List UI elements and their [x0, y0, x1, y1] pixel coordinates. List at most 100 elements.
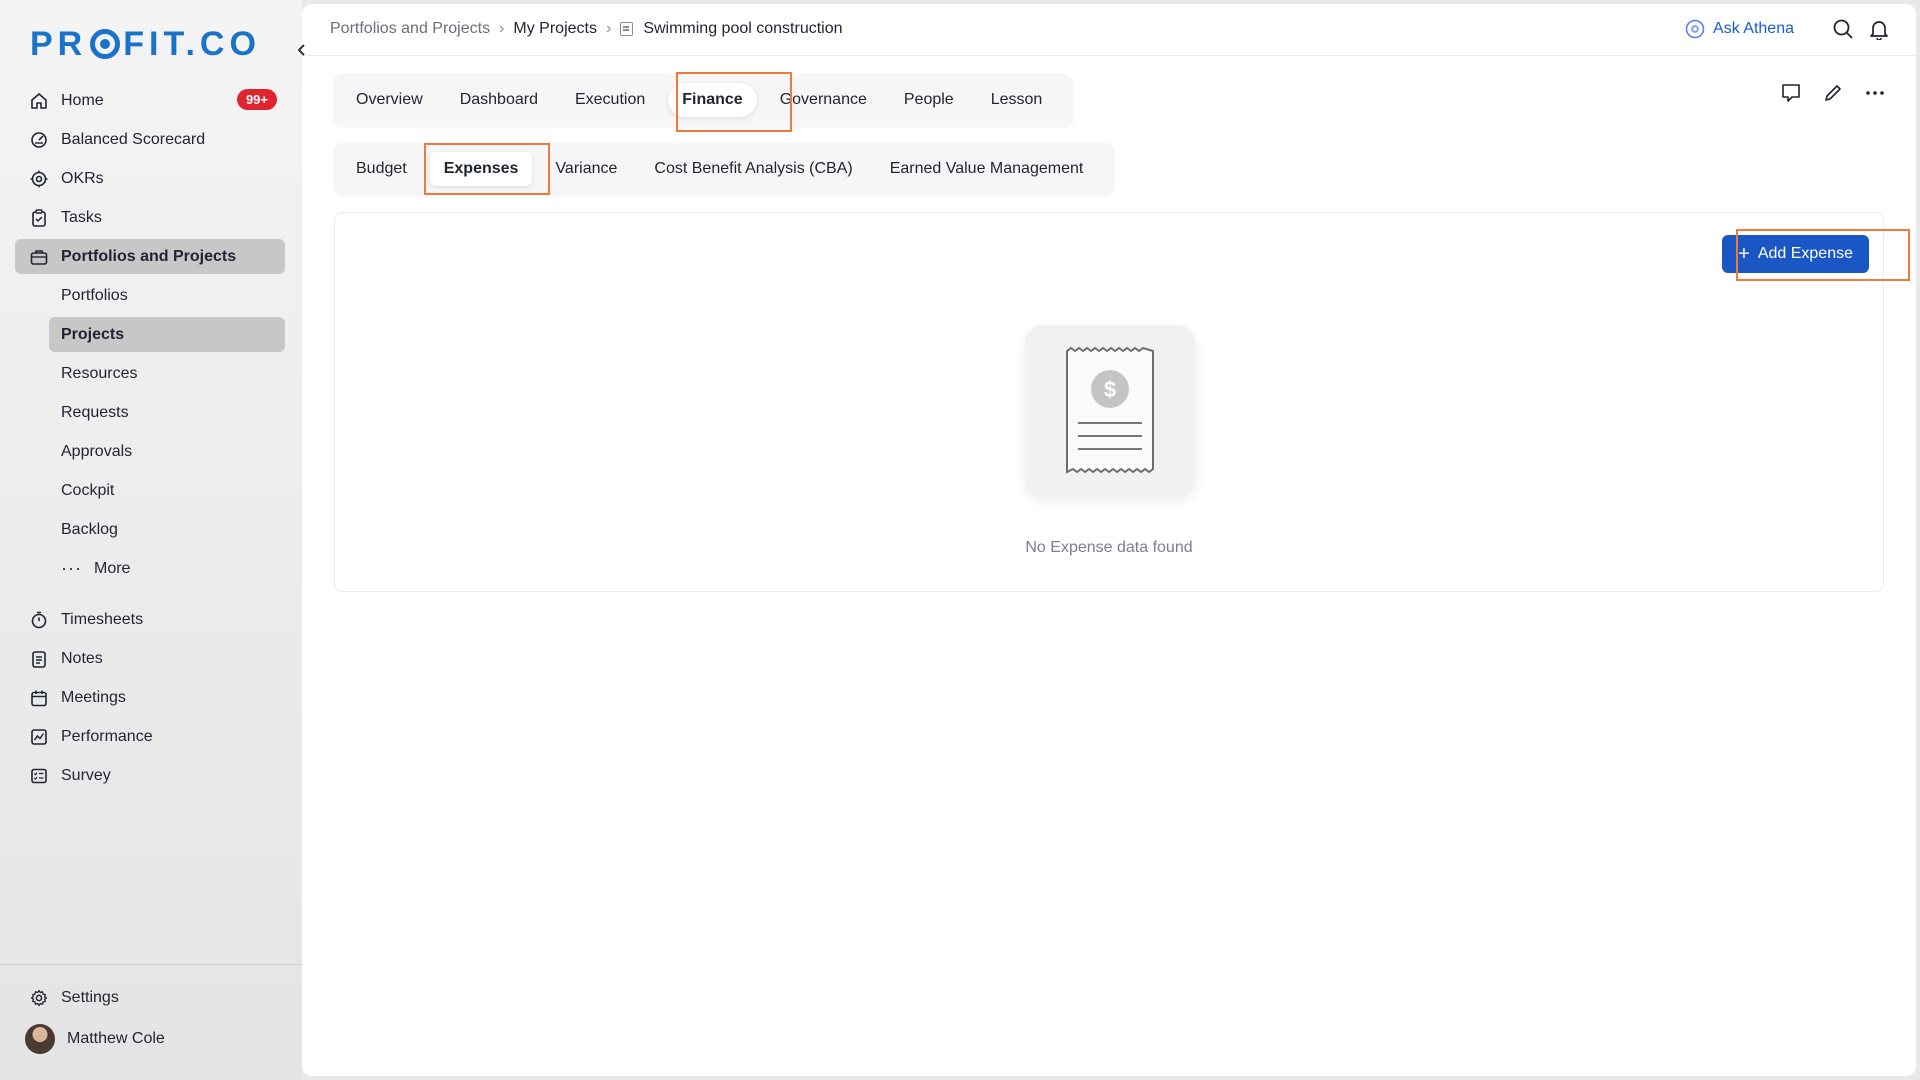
sidebar-subitem-more[interactable]: ··· More	[49, 551, 285, 586]
sidebar-item-label: Resources	[61, 364, 138, 382]
svg-text:$: $	[1104, 377, 1116, 402]
sidebar-subitem-requests[interactable]: Requests	[49, 395, 285, 430]
sidebar-subitem-approvals[interactable]: Approvals	[49, 434, 285, 469]
subtab-expenses[interactable]: Expenses	[429, 152, 533, 186]
sidebar-item-tasks[interactable]: Tasks	[15, 200, 285, 235]
sidebar-item-label: Performance	[61, 727, 153, 745]
sidebar-item-label: Backlog	[61, 520, 118, 538]
sidebar-item-label: Projects	[61, 325, 125, 343]
sidebar-item-portfolios-and-projects[interactable]: Portfolios and Projects	[15, 239, 285, 274]
notes-icon	[29, 649, 49, 669]
calendar-icon	[29, 688, 49, 708]
logo-text-right: FIT.CO	[123, 24, 261, 63]
sidebar-subitem-resources[interactable]: Resources	[49, 356, 285, 391]
search-button[interactable]	[1830, 16, 1856, 42]
tab-people[interactable]: People	[890, 83, 968, 117]
sidebar: PR FIT.CO Home 99+ Balanced Scorecard OK…	[0, 0, 302, 1080]
subtab-earned-value-management[interactable]: Earned Value Management	[876, 152, 1098, 186]
sidebar-item-home[interactable]: Home 99+	[15, 83, 285, 118]
sidebar-bottom: Settings Matthew Cole	[15, 980, 285, 1060]
empty-state-message: No Expense data found	[1025, 539, 1193, 556]
sidebar-item-okrs[interactable]: OKRs	[15, 161, 285, 196]
sidebar-item-label: Approvals	[61, 442, 133, 460]
briefcase-icon	[29, 247, 49, 267]
sidebar-item-label: Survey	[61, 766, 111, 784]
breadcrumb-portfolios-and-projects[interactable]: Portfolios and Projects	[330, 20, 490, 38]
expenses-panel: + Add Expense $ No Expense data found	[334, 212, 1910, 592]
target-icon	[29, 169, 49, 189]
tab-overview[interactable]: Overview	[342, 83, 437, 117]
notifications-button[interactable]	[1866, 16, 1892, 42]
sidebar-subitem-cockpit[interactable]: Cockpit	[49, 473, 285, 508]
add-expense-label: Add Expense	[1757, 245, 1853, 262]
sidebar-item-label: Cockpit	[61, 481, 115, 499]
sidebar-item-survey[interactable]: Survey	[15, 758, 285, 793]
sidebar-item-settings[interactable]: Settings	[15, 980, 285, 1015]
sidebar-item-meetings[interactable]: Meetings	[15, 680, 285, 715]
breadcrumb-my-projects[interactable]: My Projects	[513, 20, 597, 38]
sidebar-subitem-portfolios[interactable]: Portfolios	[49, 278, 285, 313]
sidebar-item-timesheets[interactable]: Timesheets	[15, 602, 285, 637]
main-content: Portfolios and Projects › My Projects › …	[302, 4, 1916, 1076]
logo[interactable]: PR FIT.CO	[30, 24, 261, 64]
more-horizontal-icon	[1866, 91, 1884, 95]
breadcrumb: Portfolios and Projects › My Projects › …	[330, 20, 843, 38]
receipt-icon: $	[1066, 346, 1154, 474]
sidebar-subitem-backlog[interactable]: Backlog	[49, 512, 285, 547]
primary-tabs: Overview Dashboard Execution Finance Gov…	[334, 74, 1074, 126]
bell-icon	[1870, 21, 1888, 40]
stopwatch-icon	[29, 610, 49, 630]
tab-dashboard[interactable]: Dashboard	[446, 83, 552, 117]
tab-governance[interactable]: Governance	[766, 83, 881, 117]
sidebar-item-label: Settings	[61, 988, 119, 1006]
tab-finance[interactable]: Finance	[668, 83, 757, 117]
ask-athena-label: Ask Athena	[1713, 20, 1794, 37]
clipboard-icon	[29, 208, 49, 228]
sidebar-item-notes[interactable]: Notes	[15, 641, 285, 676]
chevron-left-icon	[297, 44, 305, 56]
user-profile[interactable]: Matthew Cole	[15, 1021, 285, 1056]
ask-athena-button[interactable]: Ask Athena	[1685, 19, 1794, 39]
sidebar-item-balanced-scorecard[interactable]: Balanced Scorecard	[15, 122, 285, 157]
sidebar-item-label: Portfolios	[61, 286, 128, 304]
sidebar-item-label: Portfolios and Projects	[61, 247, 237, 265]
athena-icon	[1685, 19, 1705, 39]
comment-icon	[1782, 84, 1800, 102]
sidebar-divider	[0, 964, 302, 965]
sidebar-item-label: Timesheets	[61, 610, 144, 628]
logo-o-icon	[90, 29, 121, 59]
project-page-icon	[620, 22, 634, 36]
checklist-icon	[29, 766, 49, 786]
comment-button[interactable]	[1778, 80, 1804, 106]
sidebar-subnav: Portfolios Projects Resources Requests A…	[15, 278, 285, 586]
sidebar-item-label: Tasks	[61, 208, 102, 226]
subtab-variance[interactable]: Variance	[541, 152, 631, 186]
sidebar-nav: Home 99+ Balanced Scorecard OKRs Tasks P…	[15, 83, 285, 797]
subtab-budget[interactable]: Budget	[342, 152, 421, 186]
breadcrumb-separator-icon: ›	[605, 20, 612, 37]
more-options-button[interactable]	[1862, 80, 1888, 106]
breadcrumb-separator-icon: ›	[499, 20, 505, 37]
sidebar-item-label: Notes	[61, 649, 103, 667]
logo-text-left: PR	[30, 24, 88, 63]
subtab-cba[interactable]: Cost Benefit Analysis (CBA)	[640, 152, 866, 186]
add-expense-button[interactable]: + Add Expense	[1722, 235, 1869, 273]
plus-icon: +	[1738, 243, 1750, 265]
empty-receipt-illustration: $	[1025, 325, 1195, 497]
sidebar-item-performance[interactable]: Performance	[15, 719, 285, 754]
sidebar-item-label: Requests	[61, 403, 129, 421]
user-name: Matthew Cole	[67, 1029, 165, 1047]
more-dots-icon: ···	[61, 558, 82, 578]
tab-execution[interactable]: Execution	[561, 83, 659, 117]
tab-lesson[interactable]: Lesson	[977, 83, 1057, 117]
search-icon	[1833, 19, 1853, 39]
collapse-sidebar-button[interactable]	[290, 38, 314, 62]
notification-badge: 99+	[236, 89, 277, 110]
sidebar-subitem-projects[interactable]: Projects	[49, 317, 285, 352]
breadcrumb-current-project: Swimming pool construction	[643, 20, 843, 37]
pencil-icon	[1825, 85, 1841, 101]
gear-icon	[29, 988, 49, 1008]
avatar	[25, 1023, 55, 1054]
finance-subtabs: Budget Expenses Variance Cost Benefit An…	[334, 143, 1115, 195]
edit-button[interactable]	[1820, 80, 1846, 106]
